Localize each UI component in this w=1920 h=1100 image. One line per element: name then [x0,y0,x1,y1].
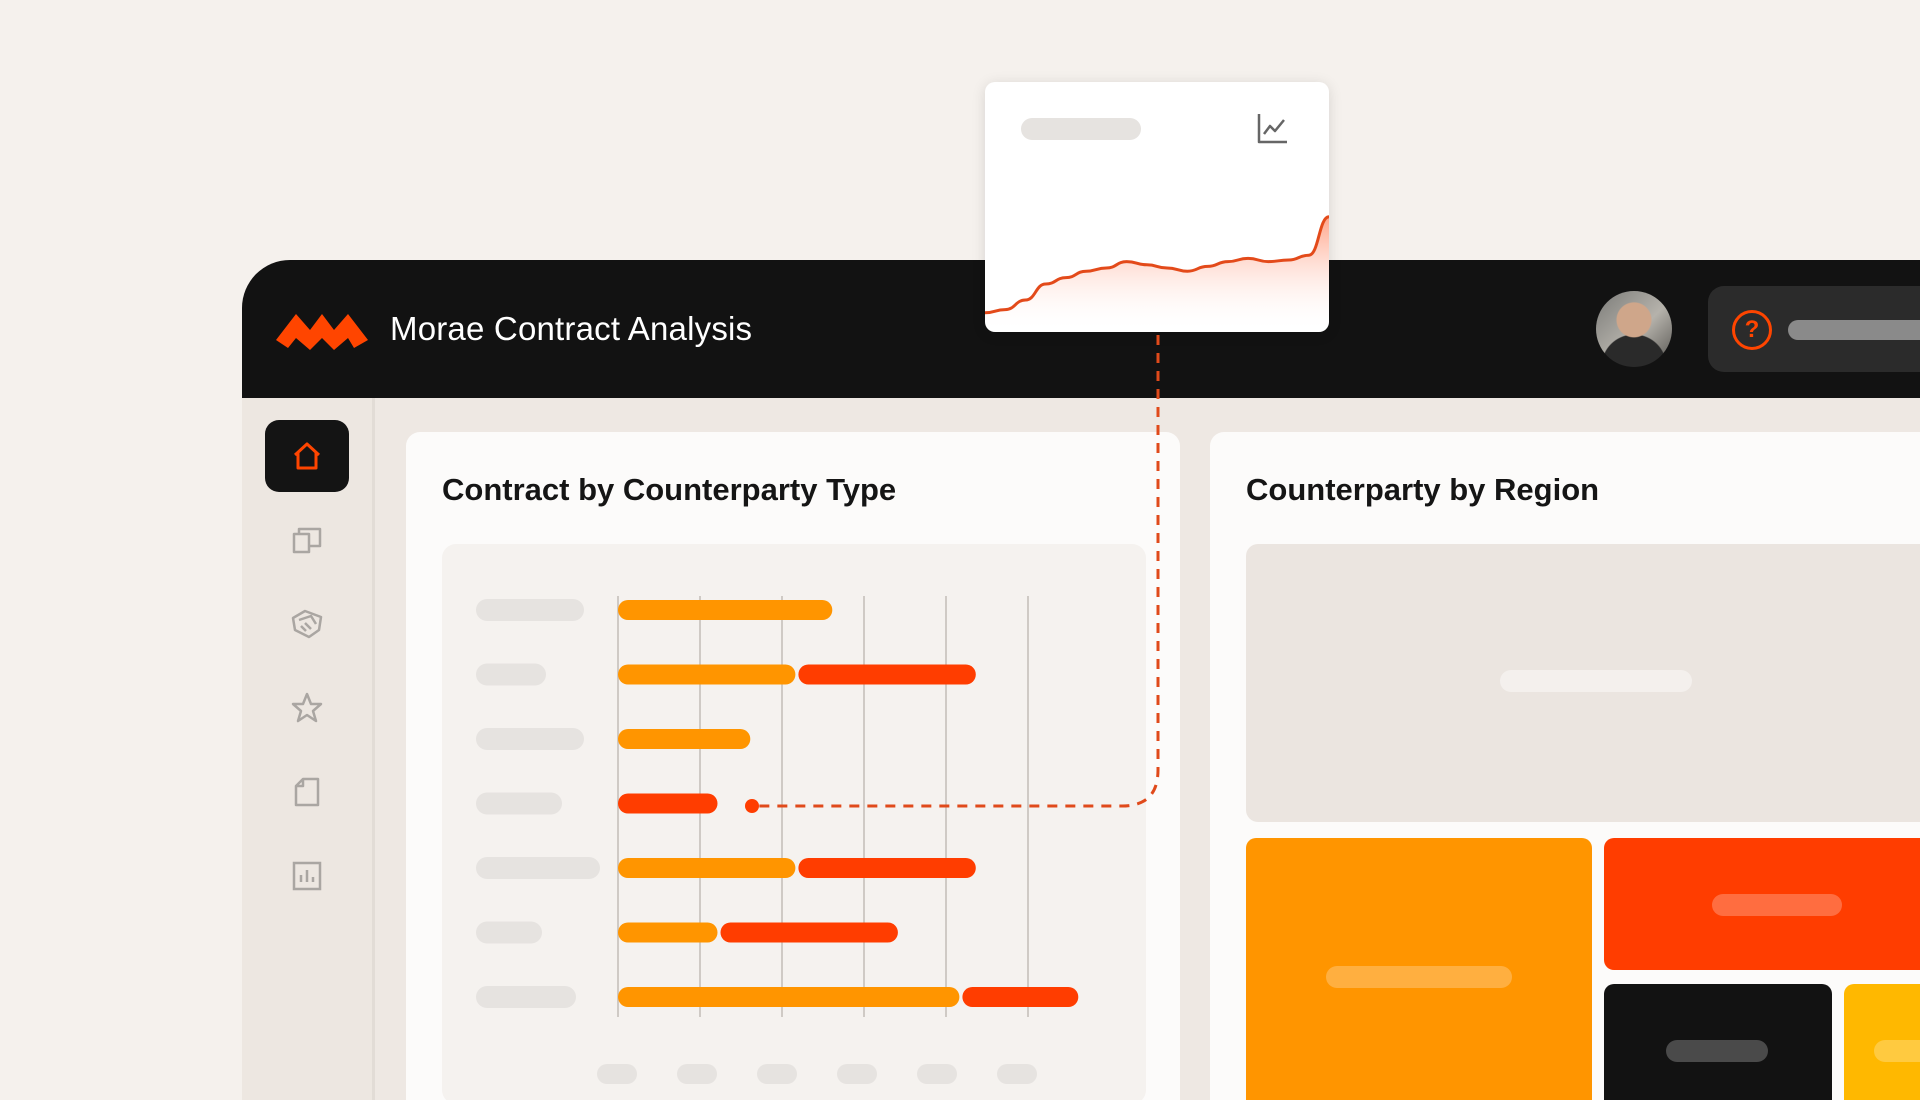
tooltip-title-placeholder [1021,118,1141,140]
bar [618,987,960,1007]
help-label-placeholder [1788,320,1920,340]
category-label-placeholder [476,857,600,879]
sidebar-item-home[interactable] [265,420,349,492]
region-tile[interactable] [1844,984,1920,1100]
x-tick-label-placeholder [597,1064,637,1084]
bar-chart [476,596,1079,1084]
sparkline-chart [985,215,1329,332]
sidebar-item-favorites[interactable] [265,672,349,744]
counterparty-type-chart [442,544,1146,1100]
card-title: Contract by Counterparty Type [442,472,897,507]
app-window: Morae Contract Analysis ? Contract by Co… [242,260,1920,1100]
home-icon [293,442,321,470]
bar [618,858,796,878]
trend-tooltip-card [985,82,1329,332]
counterparty-region-card: Counterparty by Region [1210,432,1920,1100]
label-placeholder [1874,1040,1920,1062]
category-label-placeholder [476,792,562,815]
sidebar-item-folders[interactable] [265,504,349,576]
label-placeholder [1712,894,1842,916]
card-title: Counterparty by Region [1246,472,1600,507]
app-title: Morae Contract Analysis [390,310,753,347]
label-placeholder [1500,670,1692,692]
sidebar-item-reports[interactable] [265,840,349,912]
category-label-placeholder [476,663,546,686]
x-tick-label-placeholder [917,1064,957,1084]
counterparty-type-card: Contract by Counterparty Type [406,432,1180,1100]
bar [962,987,1079,1007]
sidebar-item-handshake[interactable] [265,588,349,660]
morae-logo [276,314,368,350]
region-map-placeholder [1246,544,1920,822]
x-tick-label-placeholder [997,1064,1037,1084]
category-label-placeholder [476,921,542,944]
bar [618,729,751,749]
bar [618,922,718,943]
bar [798,664,976,685]
line-chart-icon [1257,114,1287,144]
bar [618,600,833,620]
bar [798,858,976,878]
star-icon [291,692,323,723]
sidebar [242,398,375,1100]
region-tile[interactable] [1604,984,1832,1100]
bar-chart-icon [292,861,322,891]
region-tile[interactable] [1246,838,1592,1100]
label-placeholder [1326,966,1512,988]
sidebar-item-documents[interactable] [265,756,349,828]
bar [720,922,898,943]
bar [618,793,718,814]
user-avatar[interactable] [1596,291,1672,367]
handshake-icon [291,609,323,639]
x-tick-label-placeholder [837,1064,877,1084]
region-tile[interactable] [1604,838,1920,970]
category-label-placeholder [476,986,576,1008]
sparkline-area [985,216,1329,332]
folders-icon [292,527,322,554]
help-button[interactable]: ? [1708,286,1920,372]
x-tick-label-placeholder [757,1064,797,1084]
category-label-placeholder [476,728,584,750]
label-placeholder [1666,1040,1768,1062]
question-circle-icon: ? [1732,310,1772,350]
x-tick-label-placeholder [677,1064,717,1084]
document-icon [294,777,320,807]
bar [618,664,796,685]
category-label-placeholder [476,599,584,621]
